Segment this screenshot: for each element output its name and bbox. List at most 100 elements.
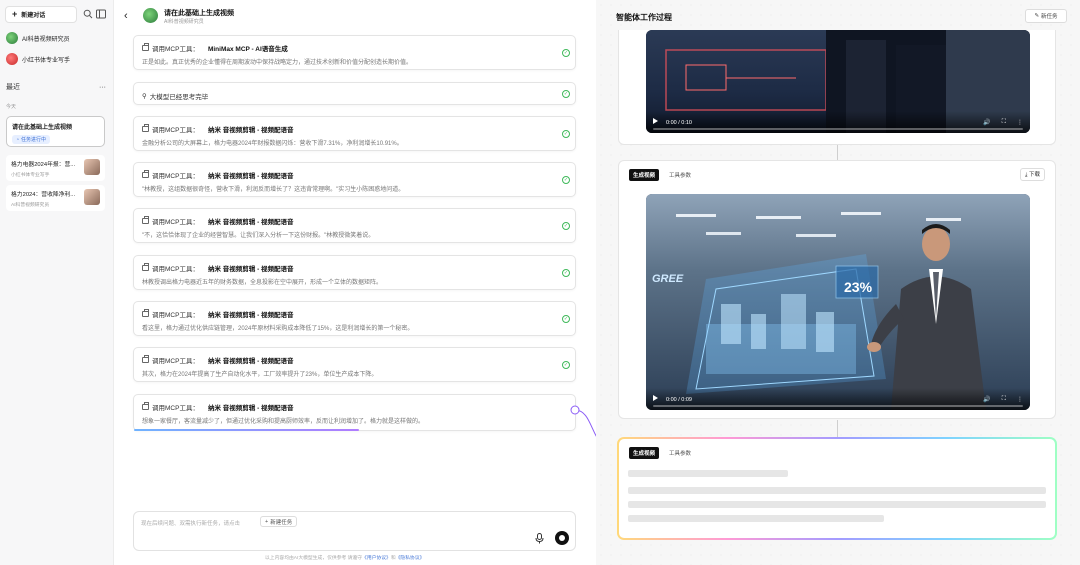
new-chat-button[interactable]: + 新建对话 bbox=[5, 6, 77, 23]
video-scene: 23% GREE bbox=[652, 212, 986, 410]
agent-avatar bbox=[6, 32, 18, 44]
back-arrow-icon[interactable]: ‹ bbox=[124, 10, 128, 22]
search-icon[interactable] bbox=[83, 9, 93, 19]
tool-name: 纳米 音视频剪辑 - 视频配语音 bbox=[207, 405, 294, 412]
loading-skeleton bbox=[628, 470, 788, 477]
conversation-thumbnail bbox=[84, 159, 100, 175]
new-task-label: 新任务 bbox=[1041, 14, 1058, 20]
privacy-agreement-link[interactable]: 《隐私协议》 bbox=[396, 556, 425, 561]
tool-prefix: 调用MCP工具： bbox=[152, 266, 199, 273]
play-icon[interactable] bbox=[653, 118, 658, 124]
recent-label: 最近 bbox=[6, 84, 20, 91]
tab-tool-params[interactable]: 工具参数 bbox=[669, 449, 691, 457]
agent-avatar bbox=[143, 8, 158, 23]
conversation-item[interactable]: 格力2024：营收降净利... AI科普视频研究员 bbox=[6, 185, 105, 211]
video-player[interactable]: 0:00 / 0:10 🔊 ⛶ ⋮ bbox=[646, 30, 1030, 133]
disclaimer-text: 以上内容均由AI大模型生成，仅供参考 请遵守 bbox=[265, 556, 363, 561]
volume-icon[interactable]: 🔊 bbox=[983, 396, 990, 403]
tool-prefix: 调用MCP工具： bbox=[152, 219, 199, 226]
toolbox-icon bbox=[142, 170, 149, 178]
chat-header: ‹ 请在此基础上生成视频 AI科普视频研究员 bbox=[114, 0, 594, 32]
conversation-item-active[interactable]: 请在此基础上生成视频 ◔ 任务进行中 bbox=[6, 116, 105, 147]
check-icon: ✓ bbox=[562, 130, 570, 138]
lightbulb-icon: ⚲ bbox=[142, 93, 147, 100]
more-icon[interactable]: ··· bbox=[99, 84, 106, 91]
check-icon: ✓ bbox=[562, 361, 570, 369]
check-icon: ✓ bbox=[562, 49, 570, 57]
tool-call-card[interactable]: 调用MCP工具： MiniMax MCP - AI语音生成 正是如此。真正优秀的企… bbox=[133, 35, 576, 70]
agent-avatar bbox=[6, 53, 18, 65]
tool-prefix: 调用MCP工具： bbox=[152, 127, 199, 134]
loading-skeleton bbox=[628, 501, 1046, 508]
tab-generate-video[interactable]: 生成视频 bbox=[629, 169, 660, 181]
tool-call-card[interactable]: 调用MCP工具： 纳米 音视频剪辑 - 视频配语音 林教授调出格力电器近五年的财务… bbox=[133, 255, 576, 290]
toolbox-icon bbox=[142, 263, 149, 271]
thinking-status-card[interactable]: ⚲ 大模型已经思考完毕 ✓ bbox=[133, 82, 576, 105]
check-icon: ✓ bbox=[562, 90, 570, 98]
tool-call-card[interactable]: 调用MCP工具： 纳米 音视频剪辑 - 视频配语音 看这里，格力通过优化供应链管理… bbox=[133, 301, 576, 336]
play-icon[interactable] bbox=[653, 395, 658, 401]
today-label: 今天 bbox=[6, 104, 17, 110]
check-icon: ✓ bbox=[562, 315, 570, 323]
tool-call-card[interactable]: 调用MCP工具： 纳米 音视频剪辑 - 视频配语音 其次，格力在2024年提高了生… bbox=[133, 347, 576, 382]
tool-output: 正是如此。真正优秀的企业懂得在周期波动中保持战略定力，通过技术创新和价值分配创造… bbox=[142, 60, 413, 66]
fullscreen-icon[interactable]: ⛶ bbox=[1002, 119, 1006, 126]
loading-skeleton bbox=[628, 487, 1046, 494]
tool-call-card-running[interactable]: 调用MCP工具： 纳米 音视频剪辑 - 视频配语音 想象一家餐厅，客流量减少了，但… bbox=[133, 394, 576, 431]
input-placeholder: 现在后续问题、双需执行新任务，请点击 bbox=[141, 521, 241, 527]
check-icon: ✓ bbox=[562, 222, 570, 230]
conversation-item[interactable]: 格力电器2024年报：营... 小红书体专业写手 bbox=[6, 155, 105, 181]
tool-call-card[interactable]: 调用MCP工具： 纳米 音视频剪辑 - 视频配语音 "林教授，这组数据很奇怪，营收… bbox=[133, 162, 576, 197]
plus-icon: + bbox=[265, 518, 269, 525]
sidebar-toggle-icon[interactable] bbox=[96, 9, 106, 19]
brand-logo: GREE bbox=[652, 273, 684, 285]
agent-item[interactable]: AI科普视频研究员 bbox=[6, 32, 70, 44]
microphone-icon[interactable] bbox=[535, 533, 544, 544]
video-time: 0:00 / 0:10 bbox=[666, 120, 692, 126]
generating-card-border: 生成视频 工具参数 bbox=[617, 437, 1057, 540]
video-progress-track[interactable] bbox=[653, 405, 1023, 407]
tool-name: 纳米 音视频剪辑 - 视频配语音 bbox=[207, 266, 294, 273]
video-frame: 23% GREE bbox=[646, 194, 1030, 410]
volume-icon[interactable]: 🔊 bbox=[983, 119, 990, 126]
video-progress-track[interactable] bbox=[653, 128, 1023, 130]
generating-card: 生成视频 工具参数 bbox=[619, 439, 1055, 538]
tool-output: "不，这恰恰体现了企业的经营智慧。让我们深入分析一下这份财报。"林教授微笑着说。 bbox=[142, 233, 375, 239]
tool-name: 纳米 音视频剪辑 - 视频配语音 bbox=[207, 127, 294, 134]
video-result-card: 0:00 / 0:10 🔊 ⛶ ⋮ bbox=[618, 30, 1056, 145]
progress-line bbox=[134, 429, 359, 431]
new-task-button[interactable]: ✎ 新任务 bbox=[1025, 9, 1067, 23]
tool-output: 看这里，格力通过优化供应链管理，2024年原材料采购成本降低了15%，这是利润增… bbox=[142, 326, 414, 332]
video-player[interactable]: 23% GREE 0:00 / 0:09 🔊 ⛶ ⋮ bbox=[646, 194, 1030, 410]
tool-name: 纳米 音视频剪辑 - 视频配语音 bbox=[207, 312, 294, 319]
tool-prefix: 调用MCP工具： bbox=[152, 358, 199, 365]
check-icon: ✓ bbox=[562, 176, 570, 184]
tool-output: 想象一家餐厅，客流量减少了，但通过优化采购和提高厨师效率，反而让利润增加了。格力… bbox=[142, 419, 425, 425]
message-input[interactable]: 现在后续问题、双需执行新任务，请点击 + 新建任务 bbox=[133, 511, 576, 551]
loading-skeleton bbox=[628, 515, 884, 522]
tool-prefix: 调用MCP工具： bbox=[152, 173, 199, 180]
tool-output: 林教授调出格力电器近五年的财务数据，全息投影在空中展开，形成一个立体的数据矩阵。 bbox=[142, 280, 383, 286]
toolbox-icon bbox=[142, 43, 149, 51]
tool-name: 纳米 音视频剪辑 - 视频配语音 bbox=[207, 358, 294, 365]
toolbox-icon bbox=[142, 309, 149, 317]
tab-tool-params[interactable]: 工具参数 bbox=[669, 171, 691, 179]
download-icon: ⤓ bbox=[1025, 172, 1028, 178]
tool-call-card[interactable]: 调用MCP工具： 纳米 音视频剪辑 - 视频配语音 金融分析公司的大屏幕上，格力电… bbox=[133, 116, 576, 151]
spinner-icon: ◔ bbox=[16, 136, 20, 143]
video-control-icons: 🔊 ⛶ ⋮ bbox=[983, 396, 1023, 403]
agent-item[interactable]: 小红书体专业写手 bbox=[6, 53, 70, 65]
chat-subtitle: AI科普视频研究员 bbox=[164, 19, 204, 25]
tab-generate-video[interactable]: 生成视频 bbox=[629, 447, 660, 459]
fullscreen-icon[interactable]: ⛶ bbox=[1002, 396, 1006, 403]
tool-output: "林教授，这组数据很奇怪，营收下滑，利润反而增长了？这违背常理啊。"实习生小陈困… bbox=[142, 187, 405, 193]
user-agreement-link[interactable]: 《用户协议》 bbox=[362, 556, 391, 561]
edit-icon: ✎ bbox=[1034, 13, 1040, 19]
download-button[interactable]: ⤓ 下载 bbox=[1020, 168, 1045, 181]
more-options-icon[interactable]: ⋮ bbox=[1017, 396, 1023, 403]
disclaimer: 以上内容均由AI大模型生成，仅供参考 请遵守《用户协议》和《隐私协议》 bbox=[265, 554, 424, 561]
tool-call-card[interactable]: 调用MCP工具： 纳米 音视频剪辑 - 视频配语音 "不，这恰恰体现了企业的经营智… bbox=[133, 208, 576, 243]
more-options-icon[interactable]: ⋮ bbox=[1017, 119, 1023, 126]
new-task-chip[interactable]: + 新建任务 bbox=[260, 516, 298, 527]
send-button[interactable] bbox=[555, 531, 569, 545]
